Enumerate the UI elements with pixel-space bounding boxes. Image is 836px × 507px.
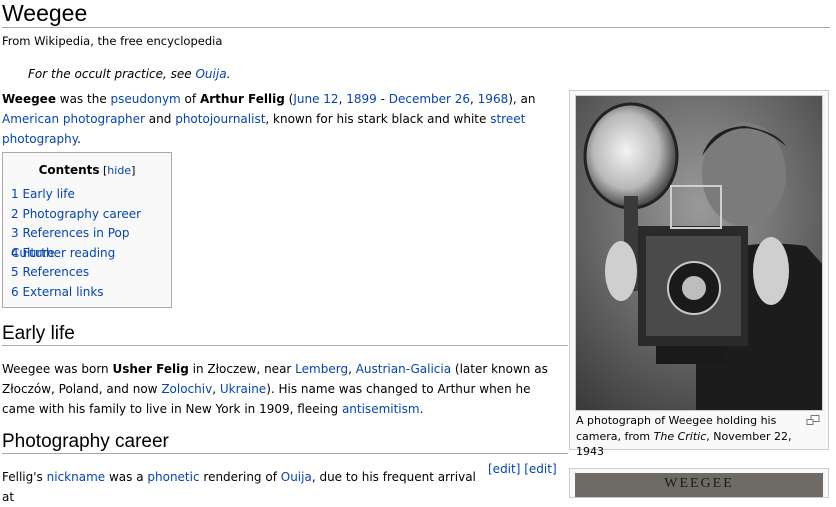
edit-link[interactable]: [edit] — [524, 462, 556, 476]
early-life-paragraph: Weegee was born Usher Felig in Złoczew, … — [2, 362, 548, 416]
toc-hide-link[interactable]: hide — [107, 164, 131, 177]
thumb-caption: A photograph of Weegee holding his camer… — [576, 414, 792, 458]
intro-paragraph: Weegee was the pseudonym of Arthur Felli… — [2, 92, 536, 146]
table-of-contents: Contents [hide] 1 Early life 2 Photograp… — [2, 152, 172, 308]
phonetic-link[interactable]: phonetic — [147, 470, 199, 484]
birth-date-link[interactable]: June 12 — [293, 92, 338, 106]
death-date-link[interactable]: December 26 — [389, 92, 470, 106]
photojournalist-link[interactable]: photojournalist — [175, 112, 265, 126]
birth-year-link[interactable]: 1899 — [346, 92, 377, 106]
ouija-inline-link[interactable]: Ouija — [281, 470, 312, 484]
toc-item[interactable]: 5 References — [11, 263, 171, 283]
disambiguation-note: For the occult practice, see Ouija. — [28, 67, 231, 81]
career-paragraph: Fellig's nickname was a phonetic renderi… — [2, 470, 476, 504]
toc-item[interactable]: 3 References in Pop Culture — [11, 224, 171, 260]
ukraine-link[interactable]: Ukraine — [220, 382, 266, 396]
antisemitism-link[interactable]: antisemitism — [342, 402, 420, 416]
ouija-link[interactable]: Ouija — [195, 67, 226, 81]
american-photographer-link[interactable]: American photographer — [2, 112, 145, 126]
nickname-link[interactable]: nickname — [47, 470, 106, 484]
zolochiv-link[interactable]: Zolochiv — [161, 382, 212, 396]
edit-link[interactable]: [edit] — [488, 462, 520, 476]
edit-links: [edit] [edit] — [488, 462, 557, 476]
death-year-link[interactable]: 1968 — [478, 92, 509, 106]
site-sub: From Wikipedia, the free encyclopedia — [2, 34, 223, 48]
weegee-book-cover[interactable]: WEEGEE — [575, 473, 823, 497]
toc-item[interactable]: 2 Photography career — [11, 205, 171, 225]
infobox-thumbnail: A photograph of Weegee holding his camer… — [569, 90, 829, 458]
weegee-photo[interactable] — [575, 95, 823, 411]
magnify-icon[interactable] — [806, 415, 820, 425]
toc-list: 1 Early life 2 Photography career 3 Refe… — [11, 185, 171, 302]
toc-item[interactable]: 4 Further reading — [11, 244, 171, 264]
pseudonym-link[interactable]: pseudonym — [111, 92, 181, 106]
toc-title: Contents [hide] — [38, 163, 136, 177]
toc-item[interactable]: 6 External links — [11, 283, 171, 303]
photography-career-heading: Photography career — [2, 431, 568, 454]
second-thumbnail: WEEGEE — [569, 468, 829, 498]
austrian-galicia-link[interactable]: Austrian-Galicia — [356, 362, 451, 376]
toc-item[interactable]: 1 Early life — [11, 185, 171, 205]
early-life-heading: Early life — [2, 323, 568, 346]
page-title: Weegee — [2, 0, 830, 28]
lemberg-link[interactable]: Lemberg — [295, 362, 348, 376]
